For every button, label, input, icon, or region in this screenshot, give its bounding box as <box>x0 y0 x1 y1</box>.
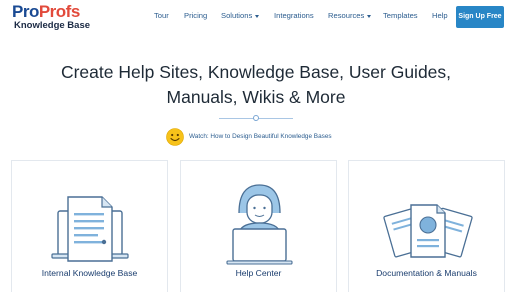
card-help-center[interactable]: Help Center <box>180 160 337 292</box>
sign-up-button[interactable]: Sign Up Free <box>456 6 504 28</box>
chevron-down-icon <box>255 14 260 18</box>
card-internal-knowledge-base[interactable]: Internal Knowledge Base <box>11 160 168 292</box>
nav-pricing[interactable]: Pricing <box>184 11 207 21</box>
logo-pro-text: Pro <box>12 2 39 21</box>
document-monitor-icon <box>51 196 129 262</box>
nav-solutions[interactable]: Solutions <box>221 11 260 21</box>
nav-help[interactable]: Help <box>432 11 448 21</box>
support-agent-icon <box>226 184 293 265</box>
watch-video-text: Watch: How to Design Beautiful Knowledge… <box>189 133 332 140</box>
nav-templates[interactable]: Templates <box>383 11 418 21</box>
site-header: ProProfs Knowledge Base Tour Pricing Sol… <box>0 0 512 34</box>
title-line-1: Create Help Sites, Knowledge Base, User … <box>60 62 452 82</box>
card-label: Help Center <box>235 268 282 278</box>
nav-tour[interactable]: Tour <box>154 11 169 21</box>
nav-resources-label: Resources <box>328 11 365 20</box>
documents-stack-icon <box>383 204 473 258</box>
chevron-down-icon <box>367 14 372 18</box>
smiley-icon <box>166 128 184 146</box>
proprofs-logo[interactable]: ProProfs Knowledge Base <box>12 3 92 31</box>
nav-resources[interactable]: Resources <box>328 11 372 21</box>
page-title: Create Help Sites, Knowledge Base, User … <box>0 60 512 110</box>
card-documentation-manuals[interactable]: Documentation & Manuals <box>348 160 505 292</box>
card-label: Internal Knowledge Base <box>41 268 138 278</box>
nav-solutions-label: Solutions <box>221 11 253 20</box>
logo-profs-text: Profs <box>38 2 80 21</box>
card-label: Documentation & Manuals <box>376 268 477 278</box>
logo-wordmark: ProProfs <box>12 3 80 20</box>
divider-dot <box>253 115 259 121</box>
title-line-2: Manuals, Wikis & More <box>166 87 346 107</box>
nav-integrations[interactable]: Integrations <box>274 11 314 21</box>
logo-subtitle: Knowledge Base <box>14 20 91 31</box>
